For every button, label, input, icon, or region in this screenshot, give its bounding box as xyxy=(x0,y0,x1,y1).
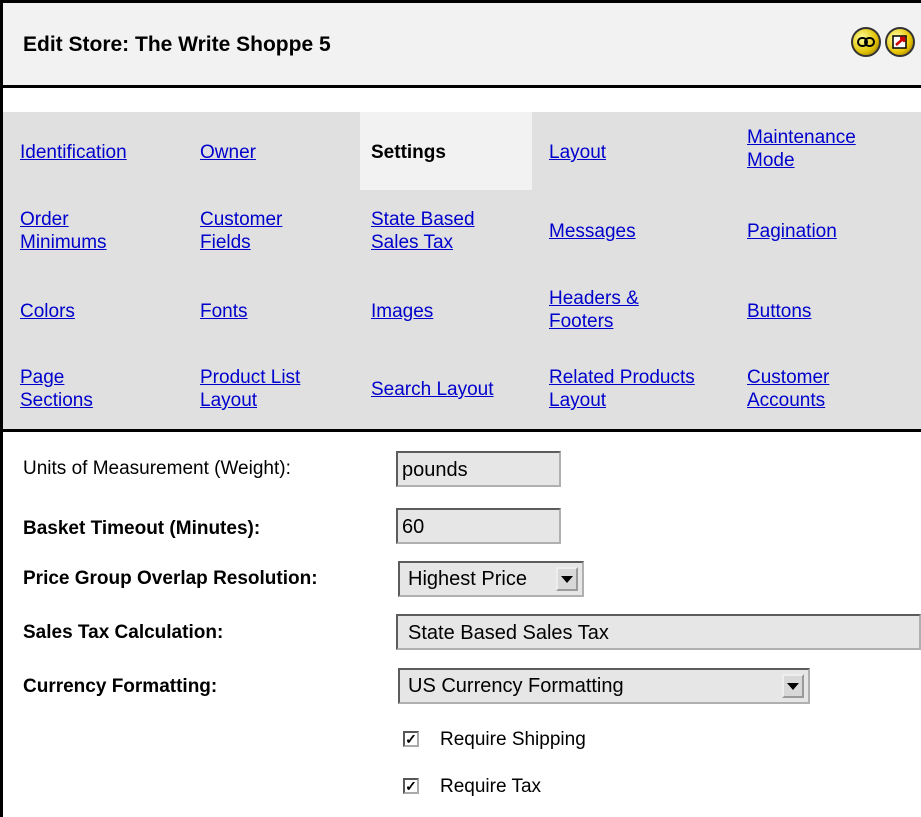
require-tax-label: Require Tax xyxy=(440,776,542,797)
tab-customer-accounts[interactable]: Customer Accounts xyxy=(747,366,877,412)
spacer xyxy=(3,88,921,112)
tab-images[interactable]: Images xyxy=(371,300,433,323)
tab-customer-fields[interactable]: Customer Fields xyxy=(200,208,320,254)
tab-settings[interactable]: Settings xyxy=(371,141,446,164)
require-shipping-checkbox[interactable]: ✓ xyxy=(403,731,419,747)
require-shipping-label: Require Shipping xyxy=(440,729,586,750)
tab-owner[interactable]: Owner xyxy=(200,141,256,164)
header-icons xyxy=(851,27,915,57)
tab-layout[interactable]: Layout xyxy=(549,141,606,164)
tab-buttons[interactable]: Buttons xyxy=(747,300,811,323)
tab-pagination[interactable]: Pagination xyxy=(747,220,837,243)
tab-headers-footers[interactable]: Headers & Footers xyxy=(549,287,669,333)
tab-colors[interactable]: Colors xyxy=(20,300,75,323)
chevron-down-icon[interactable] xyxy=(556,567,578,591)
basket-timeout-label: Basket Timeout (Minutes): xyxy=(23,518,261,539)
tab-maintenance-mode[interactable]: Maintenance Mode xyxy=(747,126,907,172)
title-bar: Edit Store: The Write Shoppe 5 xyxy=(3,0,921,88)
tab-identification[interactable]: Identification xyxy=(20,141,127,164)
sales-tax-field: State Based Sales Tax xyxy=(396,614,921,650)
tab-page-sections[interactable]: Page Sections xyxy=(20,366,130,412)
price-overlap-select[interactable]: Highest Price xyxy=(398,561,584,597)
units-label: Units of Measurement (Weight): xyxy=(23,458,291,479)
tab-grid: Identification Owner Settings Layout Mai… xyxy=(3,112,921,432)
chevron-down-icon[interactable] xyxy=(782,674,804,698)
price-overlap-value: Highest Price xyxy=(408,568,527,590)
currency-formatting-select[interactable]: US Currency Formatting xyxy=(398,668,810,704)
exit-icon[interactable] xyxy=(885,27,915,57)
require-tax-checkbox[interactable]: ✓ xyxy=(403,778,419,794)
currency-formatting-label: Currency Formatting: xyxy=(23,676,218,697)
price-overlap-label: Price Group Overlap Resolution: xyxy=(23,568,318,589)
link-icon[interactable] xyxy=(851,27,881,57)
tab-search-layout[interactable]: Search Layout xyxy=(371,378,494,401)
page-title: Edit Store: The Write Shoppe 5 xyxy=(23,33,331,56)
tab-state-based-sales-tax[interactable]: State Based Sales Tax xyxy=(371,208,511,254)
tab-related-products-layout[interactable]: Related Products Layout xyxy=(549,366,739,412)
tab-order-minimums[interactable]: Order Minimums xyxy=(20,208,150,254)
tab-messages[interactable]: Messages xyxy=(549,220,636,243)
basket-timeout-field[interactable]: 60 xyxy=(396,508,561,544)
tab-product-list-layout[interactable]: Product List Layout xyxy=(200,366,340,412)
tab-fonts[interactable]: Fonts xyxy=(200,300,248,323)
settings-form: Units of Measurement (Weight): pounds Ba… xyxy=(3,432,921,817)
sales-tax-label: Sales Tax Calculation: xyxy=(23,622,224,643)
currency-formatting-value: US Currency Formatting xyxy=(408,675,624,697)
units-field[interactable]: pounds xyxy=(396,451,561,487)
